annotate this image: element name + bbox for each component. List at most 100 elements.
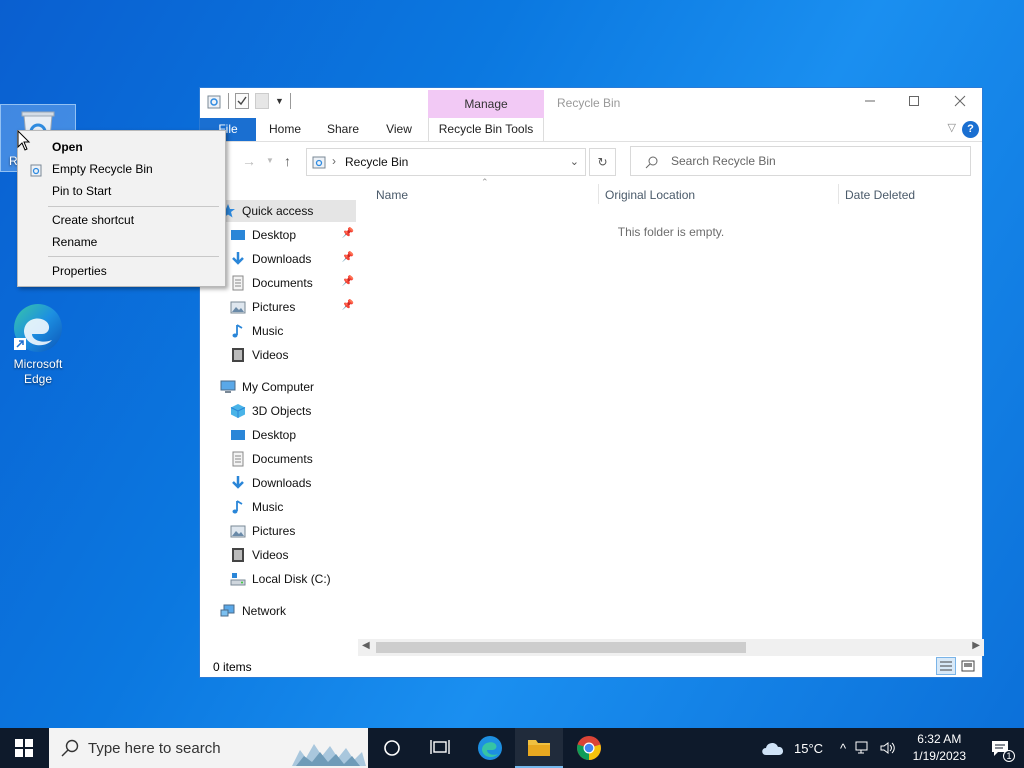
forward-arrow-icon[interactable]: →: [242, 153, 256, 169]
nav-pc-documents[interactable]: Documents: [230, 448, 356, 470]
nav-quick-videos[interactable]: Videos: [230, 344, 356, 366]
downloads-icon: [232, 252, 244, 265]
column-header-original-location[interactable]: Original Location: [605, 188, 695, 202]
pin-icon: 📌: [341, 300, 354, 311]
menu-item-pin-to-start[interactable]: Pin to Start: [52, 184, 111, 198]
nav-quick-pictures[interactable]: Pictures 📌: [230, 296, 356, 318]
music-icon: [232, 500, 243, 514]
menu-item-empty-recycle-bin[interactable]: Empty Recycle Bin: [52, 162, 153, 176]
taskbar-search-box[interactable]: Type here to search: [49, 728, 368, 768]
breadcrumb-chevron-icon[interactable]: ›: [332, 154, 336, 168]
taskbar-edge-button[interactable]: [466, 728, 514, 768]
large-icons-view-button[interactable]: [958, 657, 978, 675]
volume-icon[interactable]: [880, 741, 896, 755]
edge-icon: [478, 736, 502, 760]
taskbar-clock[interactable]: 6:32 AM 1/19/2023: [913, 731, 966, 765]
column-header-name[interactable]: Name: [376, 188, 408, 202]
nav-quick-desktop[interactable]: Desktop 📌: [230, 224, 356, 246]
address-bar[interactable]: › Recycle Bin ⌄: [306, 148, 586, 176]
close-button[interactable]: [937, 91, 983, 115]
notification-center-button[interactable]: 1: [976, 728, 1024, 768]
cortana-button[interactable]: [368, 728, 416, 768]
weather-widget[interactable]: 15°C: [760, 728, 823, 768]
maximize-button[interactable]: [891, 91, 937, 115]
nav-pc-downloads[interactable]: Downloads: [230, 472, 356, 494]
menu-item-properties[interactable]: Properties: [52, 264, 107, 278]
window-title: Recycle Bin: [557, 96, 621, 110]
column-separator[interactable]: [598, 184, 599, 204]
documents-icon: [232, 275, 244, 291]
context-menu: Open Empty Recycle Bin Pin to Start Crea…: [17, 130, 226, 287]
help-button[interactable]: ?: [962, 121, 979, 138]
start-button[interactable]: [0, 728, 48, 768]
column-separator[interactable]: [838, 184, 839, 204]
properties-icon[interactable]: [235, 93, 249, 109]
search-icon: [61, 739, 79, 757]
show-hidden-icons-chevron-icon[interactable]: ^: [840, 741, 846, 756]
refresh-button[interactable]: ↻: [589, 148, 616, 176]
network-icon[interactable]: [855, 741, 871, 755]
quick-access-toolbar: ▼: [206, 93, 291, 109]
expand-ribbon-chevron-icon[interactable]: ▽: [948, 121, 956, 134]
title-bar[interactable]: ▼ Manage Recycle Bin: [200, 88, 983, 137]
breadcrumb-recycle-bin[interactable]: Recycle Bin: [345, 155, 408, 169]
desktop-folder-icon: [231, 430, 245, 440]
menu-separator: [48, 256, 219, 257]
pin-icon: 📌: [341, 228, 354, 239]
network-icon: [220, 604, 235, 617]
folder-icon: [528, 740, 550, 756]
menu-item-open[interactable]: Open: [52, 140, 83, 154]
cloud-icon: [762, 742, 784, 755]
nav-pc-pictures[interactable]: Pictures: [230, 520, 356, 542]
tab-home[interactable]: Home: [260, 118, 310, 141]
taskbar-search-placeholder: Type here to search: [88, 740, 221, 757]
menu-separator: [48, 206, 219, 207]
computer-icon: [220, 380, 236, 393]
horizontal-scrollbar[interactable]: ◀ ▶: [358, 639, 984, 656]
taskbar-chrome-button[interactable]: [565, 728, 613, 768]
taskbar-file-explorer-button[interactable]: [515, 728, 563, 768]
nav-network[interactable]: Network: [220, 600, 356, 622]
status-bar: 0 items: [200, 657, 982, 677]
nav-pc-local-disk[interactable]: Local Disk (C:): [230, 568, 356, 590]
column-header-date-deleted[interactable]: Date Deleted: [845, 188, 915, 202]
address-dropdown-chevron-icon[interactable]: ⌄: [570, 155, 579, 168]
notification-count-badge: 1: [1003, 750, 1015, 762]
3d-objects-icon: [230, 404, 246, 418]
menu-item-rename[interactable]: Rename: [52, 235, 97, 249]
details-view-button[interactable]: [936, 657, 956, 675]
toolbar-separator: [228, 93, 229, 109]
nav-label: Videos: [252, 348, 289, 362]
nav-label: Network: [242, 604, 287, 618]
nav-label: Documents: [252, 452, 313, 466]
nav-quick-access[interactable]: Quick access: [220, 200, 356, 222]
nav-quick-downloads[interactable]: Downloads 📌: [230, 248, 356, 270]
tab-view[interactable]: View: [375, 118, 423, 141]
menu-item-create-shortcut[interactable]: Create shortcut: [52, 213, 134, 227]
nav-label: Desktop: [252, 428, 297, 442]
scrollbar-thumb[interactable]: [376, 642, 746, 653]
tab-share[interactable]: Share: [318, 118, 368, 141]
new-folder-icon[interactable]: [255, 93, 269, 109]
up-arrow-icon[interactable]: ↑: [284, 153, 291, 169]
nav-pc-3d-objects[interactable]: 3D Objects: [230, 400, 356, 422]
search-placeholder: Search Recycle Bin: [671, 154, 776, 168]
recent-locations-chevron-icon[interactable]: ▼: [266, 156, 274, 165]
search-input[interactable]: Search Recycle Bin: [630, 146, 971, 176]
customize-toolbar-icon[interactable]: ▼: [275, 96, 284, 106]
nav-quick-documents[interactable]: Documents 📌: [230, 272, 356, 294]
search-icon: [645, 156, 658, 169]
toolbar-separator: [289, 93, 291, 109]
scroll-right-arrow-icon[interactable]: ▶: [972, 640, 980, 651]
scroll-left-arrow-icon[interactable]: ◀: [362, 640, 370, 651]
nav-pc-desktop[interactable]: Desktop: [230, 424, 356, 446]
tab-recycle-bin-tools[interactable]: Recycle Bin Tools: [428, 118, 544, 141]
minimize-button[interactable]: [847, 91, 893, 115]
windows-logo-icon: [15, 739, 33, 757]
desktop-icon-edge[interactable]: Microsoft Edge: [0, 302, 76, 386]
nav-quick-music[interactable]: Music: [230, 320, 356, 342]
nav-my-computer[interactable]: My Computer: [220, 376, 356, 398]
nav-pc-videos[interactable]: Videos: [230, 544, 356, 566]
task-view-button[interactable]: [416, 728, 464, 768]
nav-pc-music[interactable]: Music: [230, 496, 356, 518]
